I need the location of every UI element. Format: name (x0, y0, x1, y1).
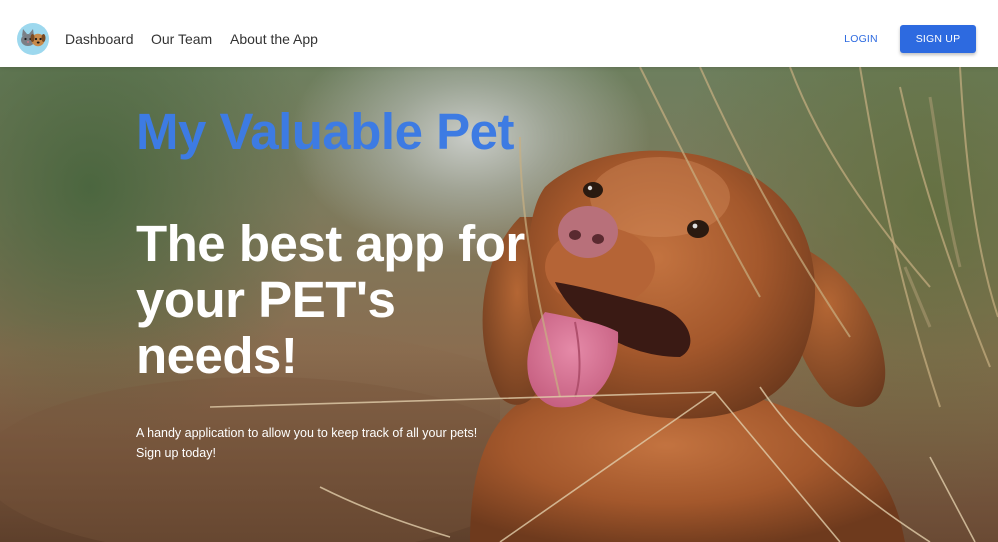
nav-link-our-team[interactable]: Our Team (151, 31, 212, 47)
login-button[interactable]: LOGIN (834, 25, 888, 53)
nav-link-dashboard[interactable]: Dashboard (65, 31, 134, 47)
hero-description-line2: Sign up today! (136, 446, 216, 460)
hero-title: My Valuable Pet (136, 103, 515, 160)
hero-description: A handy application to allow you to keep… (136, 423, 536, 463)
hero-section: My Valuable Pet The best app for your PE… (0, 67, 998, 542)
navbar: Dashboard Our Team About the App LOGIN S… (0, 0, 998, 67)
signup-button[interactable]: SIGN UP (900, 25, 976, 53)
hero-heading: The best app for your PET's needs! (136, 215, 525, 384)
nav-link-about-the-app[interactable]: About the App (230, 31, 318, 47)
hero-description-line1: A handy application to allow you to keep… (136, 426, 478, 440)
pet-logo-icon[interactable] (17, 23, 49, 55)
